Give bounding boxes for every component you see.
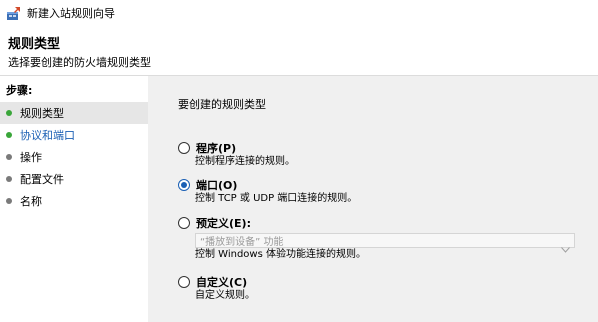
- option-title[interactable]: 端口(O): [196, 177, 237, 193]
- dropdown-value: “播放到设备” 功能: [200, 237, 284, 248]
- step-status-dot: [6, 154, 12, 160]
- option-description: 控制 TCP 或 UDP 端口连接的规则。: [195, 193, 358, 204]
- steps-header: 步骤:: [6, 84, 33, 97]
- step-status-dot: [6, 132, 12, 138]
- predefined-dropdown[interactable]: “播放到设备” 功能: [195, 233, 575, 253]
- step-rule-type[interactable]: 规则类型: [0, 102, 148, 124]
- title-bar: 新建入站规则向导: [0, 0, 598, 26]
- option-description: 控制程序连接的规则。: [195, 156, 295, 167]
- option-description: 控制 Windows 体验功能连接的规则。: [195, 249, 366, 260]
- step-label: 名称: [20, 195, 42, 208]
- steps-list: 规则类型 协议和端口 操作 配置文件 名称: [0, 102, 148, 212]
- firewall-wizard-icon: [6, 6, 21, 21]
- option-predefined: 预定义(E): “播放到设备” 功能 控制 Windows 体验功能连接的规则。: [178, 215, 578, 262]
- option-program: 程序(P) 控制程序连接的规则。: [178, 140, 578, 169]
- custom-radio[interactable]: [178, 275, 190, 288]
- content-pane: 要创建的规则类型 程序(P) 控制程序连接的规则。 端口(O) 控制 TCP 或…: [148, 76, 598, 322]
- step-label: 配置文件: [20, 173, 64, 186]
- step-label: 规则类型: [20, 107, 64, 120]
- window-title: 新建入站规则向导: [27, 7, 115, 20]
- steps-pane: 步骤: 规则类型 协议和端口 操作 配置文件 名称: [0, 76, 148, 322]
- port-radio[interactable]: [178, 178, 190, 191]
- predefined-radio[interactable]: [178, 216, 190, 229]
- step-protocol-ports[interactable]: 协议和端口: [0, 124, 148, 146]
- step-label: 协议和端口: [20, 129, 75, 142]
- option-port: 端口(O) 控制 TCP 或 UDP 端口连接的规则。: [178, 177, 578, 206]
- step-status-dot: [6, 198, 12, 204]
- option-title[interactable]: 程序(P): [196, 140, 236, 156]
- step-status-dot: [6, 176, 12, 182]
- step-profile[interactable]: 配置文件: [0, 168, 148, 190]
- step-action[interactable]: 操作: [0, 146, 148, 168]
- option-custom: 自定义(C) 自定义规则。: [178, 274, 578, 303]
- option-description: 自定义规则。: [195, 290, 255, 301]
- content-heading: 要创建的规则类型: [178, 98, 266, 111]
- chevron-down-icon: [561, 238, 570, 253]
- program-radio[interactable]: [178, 141, 190, 154]
- option-title[interactable]: 自定义(C): [196, 274, 247, 290]
- page-subtitle: 选择要创建的防火墙规则类型: [8, 56, 151, 69]
- step-name[interactable]: 名称: [0, 190, 148, 212]
- option-title[interactable]: 预定义(E):: [196, 215, 251, 231]
- step-label: 操作: [20, 151, 42, 164]
- step-status-dot: [6, 110, 12, 116]
- page-title: 规则类型: [8, 37, 61, 52]
